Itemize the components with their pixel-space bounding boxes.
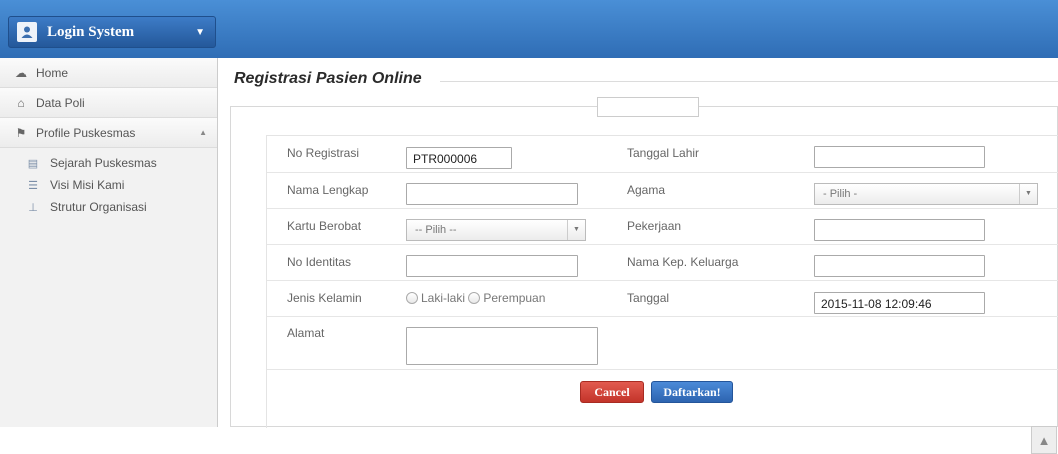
radio-perempuan[interactable]: Perempuan: [468, 291, 545, 305]
sidebar-item-profile-puskesmas[interactable]: ⚑ Profile Puskesmas ▲: [0, 118, 217, 148]
radio-laki-laki[interactable]: Laki-laki: [406, 291, 465, 305]
caret-down-icon: ▼: [195, 26, 205, 38]
submenu-item-label: Strutur Organisasi: [50, 200, 147, 214]
dashboard-icon: ☁: [15, 65, 27, 80]
page-title: Registrasi Pasien Online: [234, 70, 422, 87]
chevron-down-icon: ▼: [567, 220, 585, 240]
form-row: Kartu Berobat -- Pilih -- ▼ Pekerjaan: [267, 209, 1058, 245]
chevron-up-icon: ▲: [199, 128, 207, 137]
tanggal-lahir-input[interactable]: [814, 146, 985, 168]
label-tanggal: Tanggal: [627, 291, 670, 305]
jenis-kelamin-radio-group: Laki-laki Perempuan: [406, 291, 545, 305]
main-content: Registrasi Pasien Online No Registrasi P…: [230, 58, 1058, 454]
kartu-berobat-selected-value: -- Pilih --: [415, 224, 457, 236]
submenu-item-label: Sejarah Puskesmas: [50, 156, 157, 170]
alamat-textarea[interactable]: [406, 327, 598, 365]
nama-lengkap-input[interactable]: [406, 183, 578, 205]
login-system-dropdown[interactable]: Login System ▼: [8, 16, 216, 48]
label-no-identitas: No Identitas: [287, 255, 352, 269]
label-no-registrasi: No Registrasi: [287, 146, 360, 160]
sidebar-item-label: Data Poli: [36, 95, 85, 110]
label-alamat: Alamat: [287, 326, 325, 340]
pekerjaan-input[interactable]: [814, 219, 985, 241]
scroll-to-top-button[interactable]: ▲: [1031, 426, 1057, 454]
submenu-item-label: Visi Misi Kami: [50, 178, 125, 192]
form-row: No Registrasi PTR000006 Tanggal Lahir: [267, 136, 1058, 173]
form-row: No Identitas Nama Kep. Keluarga: [267, 245, 1058, 281]
brand-title: Login System: [47, 23, 135, 40]
label-nama-kep-keluarga: Nama Kep. Keluarga: [627, 255, 739, 269]
label-pekerjaan: Pekerjaan: [627, 219, 682, 233]
label-nama-lengkap: Nama Lengkap: [287, 183, 369, 197]
radio-circle[interactable]: [468, 292, 481, 304]
submenu-item-visi-misi[interactable]: ☰ Visi Misi Kami: [0, 174, 217, 196]
label-agama: Agama: [627, 183, 666, 197]
no-registrasi-input[interactable]: PTR000006: [406, 147, 512, 169]
chevron-down-icon: ▼: [1019, 184, 1037, 204]
agama-selected-value: - Pilih -: [823, 188, 858, 200]
radio-label: Laki-laki: [421, 291, 466, 305]
submenu-item-struktur[interactable]: ⊥ Strutur Organisasi: [0, 196, 217, 218]
chevron-up-icon: ▲: [1037, 432, 1051, 448]
sidebar-item-home[interactable]: ☁ Home: [0, 58, 217, 88]
label-jenis-kelamin: Jenis Kelamin: [287, 291, 362, 305]
flag-icon: ⚑: [15, 125, 27, 140]
form-row: Alamat: [267, 317, 1058, 370]
cancel-button[interactable]: Cancel: [580, 381, 644, 403]
radio-circle[interactable]: [406, 292, 418, 304]
registration-form: No Registrasi PTR000006 Tanggal Lahir Na…: [266, 135, 1058, 428]
home-icon: ⌂: [17, 95, 25, 110]
form-row: Nama Lengkap Agama - Pilih - ▼: [267, 173, 1058, 209]
top-navbar: Login System ▼: [0, 0, 1058, 58]
label-tanggal-lahir: Tanggal Lahir: [627, 146, 700, 160]
sitemap-icon: ⊥: [28, 201, 38, 214]
registration-panel: No Registrasi PTR000006 Tanggal Lahir Na…: [230, 97, 1058, 454]
tanggal-input[interactable]: 2015-11-08 12:09:46: [814, 292, 985, 314]
sidebar: ☁ Home ⌂ Data Poli ⚑ Profile Puskesmas ▲…: [0, 58, 218, 427]
kartu-berobat-select[interactable]: -- Pilih -- ▼: [406, 219, 586, 241]
radio-label: Perempuan: [483, 291, 546, 305]
submenu-item-sejarah[interactable]: ▤ Sejarah Puskesmas: [0, 152, 217, 174]
label-kartu-berobat: Kartu Berobat: [287, 219, 362, 233]
sidebar-item-label: Home: [36, 65, 69, 80]
no-identitas-input[interactable]: [406, 255, 578, 277]
title-divider: [440, 81, 1058, 82]
agama-select[interactable]: - Pilih - ▼: [814, 183, 1038, 205]
panel-legend: [597, 97, 699, 117]
daftarkan-button[interactable]: Daftarkan!: [651, 381, 733, 403]
list-alt-icon: ▤: [27, 157, 39, 170]
user-icon: [17, 22, 37, 42]
form-row: Jenis Kelamin Laki-laki Perempuan Tangga…: [267, 281, 1058, 317]
list-icon: ☰: [28, 179, 38, 192]
sidebar-item-label: Profile Puskesmas: [36, 125, 136, 140]
nama-kep-keluarga-input[interactable]: [814, 255, 985, 277]
profile-submenu: ▤ Sejarah Puskesmas ☰ Visi Misi Kami ⊥ S…: [0, 148, 217, 218]
sidebar-item-data-poli[interactable]: ⌂ Data Poli: [0, 88, 217, 118]
